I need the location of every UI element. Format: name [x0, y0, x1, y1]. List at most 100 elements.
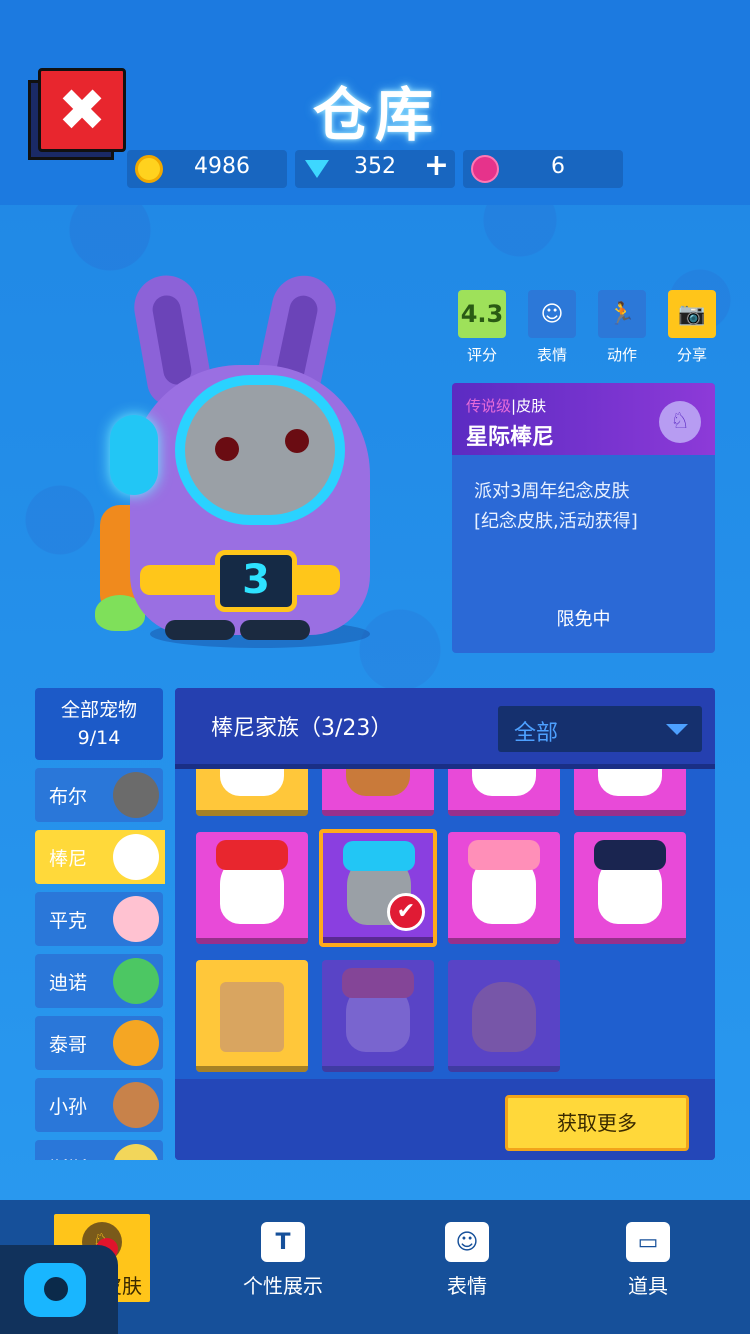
coin-value: 4986	[194, 154, 250, 179]
filter-dropdown[interactable]: 全部	[498, 706, 702, 752]
family-item-buer[interactable]: 布尔	[35, 768, 163, 822]
bull-head-icon	[113, 772, 159, 818]
skin-tile-selected[interactable]: ✔	[319, 829, 437, 947]
share-button[interactable]: 📷 分享	[667, 290, 717, 365]
skin-tile[interactable]	[196, 960, 308, 1072]
skin-name: 星际棒尼	[466, 425, 555, 450]
skin-info-header: 传说级|皮肤 星际棒尼 ♘	[452, 383, 715, 455]
skin-tile[interactable]	[196, 832, 308, 944]
check-icon: ✔	[387, 893, 425, 931]
monkey-head-icon	[113, 1082, 159, 1128]
skin-tier: 传说级|皮肤	[466, 395, 546, 416]
tab-items-label: 道具	[628, 1274, 668, 1298]
pet-foot-right	[240, 620, 310, 640]
motion-label: 动作	[606, 346, 637, 364]
get-more-bar: 获取更多	[175, 1079, 715, 1160]
skin-tile-locked[interactable]	[322, 960, 434, 1072]
all-pets-count: 9/14	[77, 727, 121, 749]
skin-desc-line-2: [纪念皮肤,活动获得]	[474, 511, 638, 532]
skin-info-card: 传说级|皮肤 星际棒尼 ♘ 派对3周年纪念皮肤 [纪念皮肤,活动获得] 限免中	[452, 383, 715, 653]
rating-label: 评分	[466, 346, 497, 364]
skin-tile[interactable]	[574, 832, 686, 944]
skin-character	[598, 769, 662, 796]
family-item-taige[interactable]: 泰哥	[35, 1016, 163, 1070]
skin-character	[472, 982, 536, 1052]
add-gem-button[interactable]: +	[424, 148, 449, 183]
family-name: 迪诺	[49, 972, 88, 994]
family-name: 棒尼	[49, 848, 88, 870]
skin-beanie	[342, 968, 414, 998]
skin-tile[interactable]	[574, 769, 686, 816]
pet-headset	[110, 415, 158, 495]
tab-showcase[interactable]: T 个性展示	[238, 1200, 328, 1334]
family-item-xiaosun[interactable]: 小孙	[35, 1078, 163, 1132]
bunny-family-icon: ♘	[659, 401, 701, 443]
tab-emote[interactable]: ☺ 表情	[425, 1200, 509, 1334]
family-name: 小孙	[49, 1096, 88, 1118]
family-item-pingke[interactable]: 平克	[35, 892, 163, 946]
tiger-head-icon	[113, 1020, 159, 1066]
skin-grid[interactable]: ✔	[175, 769, 715, 1079]
dino-head-icon	[113, 958, 159, 1004]
lotus-value: 6	[551, 154, 565, 179]
pet-eye-left	[215, 437, 239, 461]
chat-bubble-icon	[24, 1263, 86, 1317]
gem-value: 352	[354, 154, 396, 179]
page-title: 仓库	[312, 81, 437, 149]
tab-showcase-label: 个性展示	[243, 1274, 323, 1298]
shirt-icon: T	[261, 1222, 305, 1262]
family-name: 布尔	[49, 786, 88, 808]
card-icon: ▭	[626, 1222, 670, 1262]
coin-icon	[135, 155, 163, 183]
skin-type: 皮肤	[516, 397, 547, 415]
skin-tile[interactable]	[448, 832, 560, 944]
all-pets-tab[interactable]: 全部宠物 9/14	[35, 688, 163, 760]
skin-character	[346, 769, 410, 796]
lotus-icon	[471, 155, 499, 183]
skin-tile[interactable]	[448, 769, 560, 816]
skin-rarity: 传说级	[466, 397, 512, 415]
chat-button[interactable]	[0, 1245, 118, 1334]
skin-crown	[216, 840, 288, 870]
pet-preview[interactable]: 3	[90, 269, 400, 655]
chat-smile-icon: ☺	[445, 1222, 489, 1262]
motion-button[interactable]: 🏃 动作	[597, 290, 647, 365]
skin-character	[472, 769, 536, 796]
family-list[interactable]: 全部宠物 9/14 布尔 棒尼 平克 迪诺 泰哥 小孙 斯斯	[35, 688, 165, 1160]
all-pets-label: 全部宠物	[60, 699, 137, 721]
family-name: 斯斯	[49, 1154, 87, 1160]
pet-anniversary-badge: 3	[215, 550, 297, 612]
share-label: 分享	[676, 346, 707, 364]
tab-emote-label: 表情	[447, 1274, 487, 1298]
coin-counter: 4986	[127, 150, 287, 188]
skin-tile[interactable]	[322, 769, 434, 816]
pet-foot-left	[165, 620, 235, 640]
skin-description: 派对3周年纪念皮肤 [纪念皮肤,活动获得]	[452, 455, 715, 537]
emote-icon: ☺	[528, 290, 576, 338]
chevron-down-icon	[666, 724, 688, 735]
skin-tile[interactable]	[196, 769, 308, 816]
pig-head-icon	[113, 896, 159, 942]
skin-hair	[468, 840, 540, 870]
tab-items[interactable]: ▭ 道具	[606, 1200, 690, 1334]
skin-character	[220, 982, 284, 1052]
family-item-sisi[interactable]: 斯斯	[35, 1140, 163, 1160]
family-name: 平克	[49, 910, 88, 932]
family-item-bangni[interactable]: 棒尼	[35, 830, 165, 884]
lotus-counter: 6	[463, 150, 623, 188]
skin-cap	[594, 840, 666, 870]
skin-desc-line-1: 派对3周年纪念皮肤	[474, 481, 630, 502]
emote-label: 表情	[536, 346, 567, 364]
skin-status: 限免中	[556, 609, 611, 630]
camera-icon: 📷	[668, 290, 716, 338]
rating-button[interactable]: 4.3 评分	[457, 290, 507, 365]
gem-icon	[303, 155, 331, 183]
family-item-dinuo[interactable]: 迪诺	[35, 954, 163, 1008]
pet-eye-right	[285, 429, 309, 453]
skins-panel-header: 棒尼家族（3/23） 全部	[175, 688, 715, 764]
emote-button[interactable]: ☺ 表情	[527, 290, 577, 365]
get-more-button[interactable]: 获取更多	[505, 1095, 689, 1151]
pet-face	[175, 375, 345, 525]
skin-character	[220, 769, 284, 796]
skin-tile-locked[interactable]	[448, 960, 560, 1072]
